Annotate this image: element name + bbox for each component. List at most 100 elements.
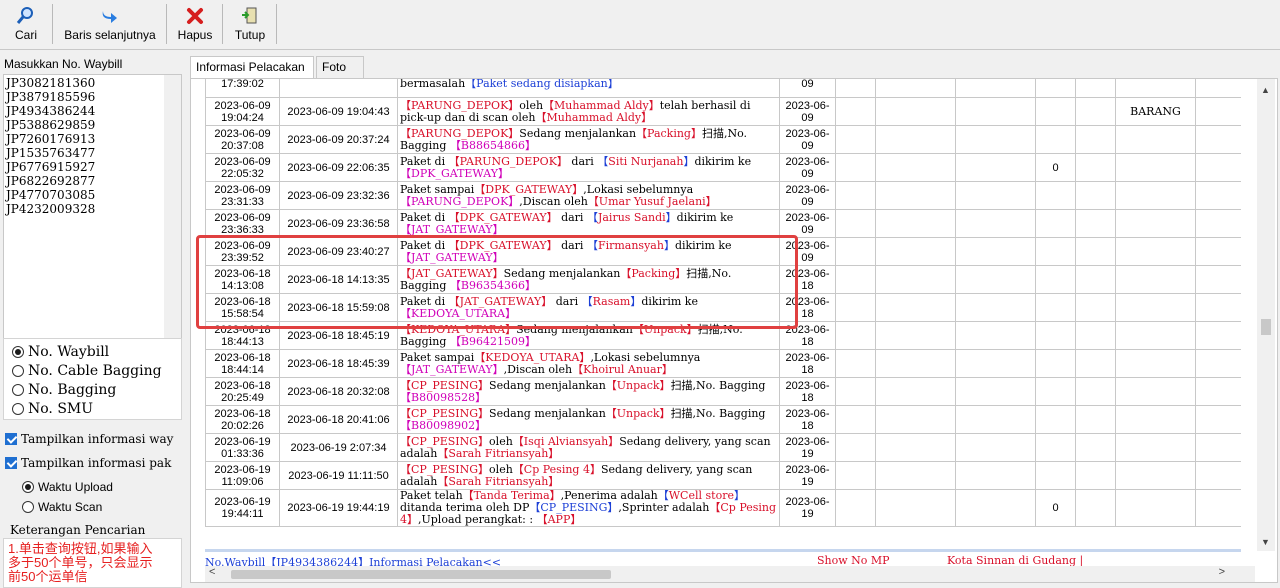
radio-upload-time[interactable]: Waktu Upload: [22, 478, 113, 496]
checkbox-checked-icon[interactable]: [5, 457, 17, 469]
scroll-thumb[interactable]: [231, 570, 611, 579]
table-cell: 2023-06-09 20:37:24: [279, 125, 398, 154]
table-cell: [875, 377, 956, 406]
grid-horizontal-scrollbar[interactable]: < >: [205, 566, 1255, 582]
table-cell: 2023-06-18: [779, 405, 836, 434]
table-row[interactable]: 2023-06-19 01:33:36 2023-06-19 2:07:34 【CP…: [205, 433, 1241, 462]
tab-label: Informasi Pelacakan: [196, 60, 305, 74]
scroll-up-icon[interactable]: ▲: [1261, 85, 1270, 95]
next-row-button[interactable]: Baris selanjutnya: [58, 2, 162, 46]
table-cell: 2023-06-19: [779, 489, 836, 527]
table-cell: [1035, 265, 1076, 294]
table-cell: [1115, 237, 1196, 266]
scroll-thumb[interactable]: [1261, 319, 1271, 335]
table-cell: 0: [1035, 489, 1076, 527]
table-row[interactable]: 2023-06-09 20:37:08 2023-06-09 20:37:24 【P…: [205, 125, 1241, 154]
table-cell: 2023-06-19 19:44:11: [205, 489, 280, 527]
show-package-info-checkbox[interactable]: Tampilkan informasi pak: [5, 454, 185, 472]
table-cell: [955, 321, 1036, 350]
radio-icon[interactable]: [12, 364, 24, 377]
table-row[interactable]: 2023-06-19 19:44:11 2023-06-19 19:44:19 Pa…: [205, 489, 1241, 527]
delete-button[interactable]: Hapus: [174, 2, 216, 46]
radio-waybill[interactable]: No. Waybill: [12, 342, 109, 361]
table-cell: 2023-06-09 23:36:33: [205, 209, 280, 238]
waybill-line: JP3082181360: [6, 76, 96, 90]
scroll-down-icon[interactable]: ▼: [1261, 537, 1270, 547]
checkbox-label: Tampilkan informasi pak: [21, 456, 172, 470]
table-cell: [1115, 125, 1196, 154]
table-cell: [1195, 209, 1241, 238]
radio-scan-time[interactable]: Waktu Scan: [22, 498, 102, 516]
table-cell: 2023-06-18: [779, 349, 836, 378]
radio-icon[interactable]: [22, 501, 34, 513]
table-cell: 2023-06-09: [779, 209, 836, 238]
radio-icon[interactable]: [12, 383, 24, 396]
waybill-scrollbar[interactable]: ▼: [164, 75, 181, 371]
table-row[interactable]: 2023-06-18 20:02:26 2023-06-18 20:41:06 【C…: [205, 405, 1241, 434]
search-notes-text: 1.单击查询按钮,如果输入多于50个单号，只会显示前50个运单信: [8, 541, 153, 584]
table-row[interactable]: 2023-06-18 20:25:49 2023-06-18 20:32:08 【C…: [205, 377, 1241, 406]
table-cell: [1195, 237, 1241, 266]
table-cell: [1035, 79, 1076, 98]
table-cell: [955, 125, 1036, 154]
table-cell: [875, 489, 956, 527]
table-row[interactable]: 2023-06-09 23:36:33 2023-06-09 23:36:58 Pa…: [205, 209, 1241, 238]
table-row[interactable]: 2023-06-19 11:09:06 2023-06-19 11:11:50 【C…: [205, 461, 1241, 490]
table-row[interactable]: 2023-06-09 22:05:32 2023-06-09 22:06:35 Pa…: [205, 153, 1241, 182]
table-cell: 2023-06-09 19:04:43: [279, 97, 398, 126]
table-row[interactable]: 2023-06-09 23:31:33 2023-06-09 23:32:36 Pa…: [205, 181, 1241, 210]
search-button[interactable]: Cari: [6, 2, 46, 46]
table-row[interactable]: 2023-06-18 18:44:14 2023-06-18 18:45:39 Pa…: [205, 349, 1241, 378]
waybill-textarea[interactable]: JP3082181360 JP3879185596 JP4934386244 JP53…: [3, 74, 182, 372]
toolbar: Cari Baris selanjutnya Hapus Tutup: [0, 0, 1280, 50]
radio-smu[interactable]: No. SMU: [12, 399, 93, 418]
waybill-line: JP4934386244: [6, 104, 96, 118]
table-cell: [1115, 349, 1196, 378]
table-cell: [1035, 377, 1076, 406]
tab-tracking-info[interactable]: Informasi Pelacakan: [190, 56, 314, 79]
radio-icon[interactable]: [12, 345, 24, 358]
table-cell: 2023-06-09 22:06:35: [279, 153, 398, 182]
table-cell: [1035, 125, 1076, 154]
table-cell: 17:39:02: [205, 79, 280, 98]
table-row[interactable]: 2023-06-09 19:04:24 2023-06-09 19:04:43 【P…: [205, 97, 1241, 126]
table-cell: [955, 97, 1036, 126]
table-cell: [955, 181, 1036, 210]
table-cell: 【CP_PESING】oleh【Cp Pesing 4】Sedang deliv…: [397, 461, 780, 490]
delete-label: Hapus: [177, 28, 213, 42]
table-cell: [1035, 237, 1076, 266]
grid-vertical-scrollbar[interactable]: ▲ ▼: [1257, 79, 1275, 551]
table-cell: [1075, 237, 1116, 266]
table-cell: [955, 237, 1036, 266]
table-cell: [1195, 377, 1241, 406]
scroll-right-icon[interactable]: >: [1219, 566, 1225, 578]
table-cell: 2023-06-09 22:05:32: [205, 153, 280, 182]
table-row[interactable]: 17:39:02 bermasalah【Paket sedang disiapka…: [205, 79, 1241, 98]
table-cell: 2023-06-18 20:02:26: [205, 405, 280, 434]
toolbar-separator: [52, 4, 53, 44]
table-cell: 【PARUNG_DEPOK】oleh【Muhammad Aldy】telah b…: [397, 97, 780, 126]
close-button[interactable]: Tutup: [228, 2, 272, 46]
table-cell: [1115, 181, 1196, 210]
table-cell: [875, 125, 956, 154]
table-cell: [875, 153, 956, 182]
scroll-left-icon[interactable]: <: [209, 566, 215, 578]
table-cell: [1115, 293, 1196, 322]
show-waybill-info-checkbox[interactable]: Tampilkan informasi way: [5, 430, 185, 448]
radio-cable-bagging[interactable]: No. Cable Bagging: [12, 361, 162, 380]
arrow-right-icon: [58, 5, 162, 27]
table-cell: [1075, 181, 1116, 210]
radio-icon[interactable]: [22, 481, 34, 493]
table-cell: [1035, 181, 1076, 210]
table-cell: [835, 321, 876, 350]
table-cell: 2023-06-09 23:32:36: [279, 181, 398, 210]
radio-icon[interactable]: [12, 402, 24, 415]
table-cell: [835, 293, 876, 322]
radio-label: No. Cable Bagging: [28, 362, 162, 379]
tab-photo[interactable]: Foto: [316, 56, 364, 78]
checkbox-label: Tampilkan informasi way: [21, 432, 174, 446]
search-type-group: No. Waybill No. Cable Bagging No. Baggin…: [3, 338, 182, 420]
table-cell: [1195, 461, 1241, 490]
radio-bagging[interactable]: No. Bagging: [12, 380, 116, 399]
checkbox-checked-icon[interactable]: [5, 433, 17, 445]
